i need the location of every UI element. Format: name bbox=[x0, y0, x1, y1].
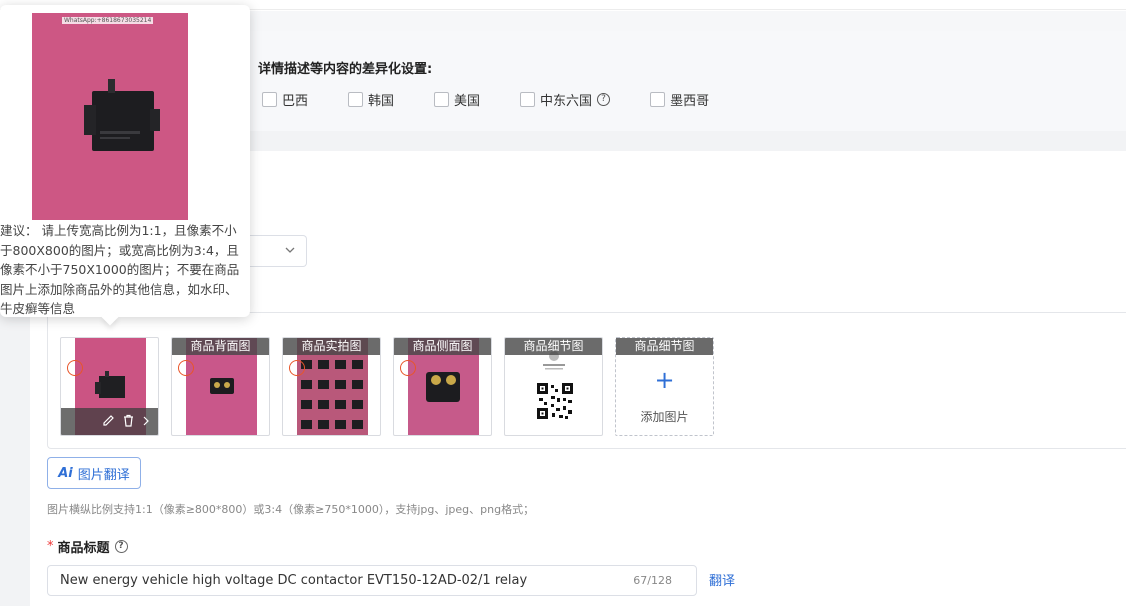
image-thumb-detail[interactable]: 商品细节图 bbox=[504, 337, 603, 436]
ai-icon: Ai bbox=[58, 465, 73, 481]
country-checkbox-usa[interactable]: 美国 bbox=[434, 90, 480, 109]
thumb-actions bbox=[61, 408, 158, 435]
edit-icon[interactable] bbox=[102, 414, 115, 430]
image-preview-popover: WhatsApp:+8618673035214 建议： 请上传宽高比例为1:1，… bbox=[0, 5, 250, 326]
help-icon[interactable]: ? bbox=[114, 540, 128, 553]
chevron-right-icon[interactable] bbox=[142, 415, 150, 429]
image-tag: 商品细节图 bbox=[616, 338, 713, 355]
crop-indicator-icon bbox=[67, 360, 83, 376]
differentiation-title: 详情描述等内容的差异化设置: bbox=[258, 62, 433, 77]
crop-indicator-icon bbox=[289, 360, 305, 376]
product-title-label: * 商品标题 ? bbox=[47, 537, 128, 556]
image-thumb-real[interactable]: 商品实拍图 bbox=[282, 337, 381, 436]
checkbox[interactable] bbox=[650, 92, 666, 107]
country-checkboxes: 巴西 韩国 美国 中东六国? 墨西哥 bbox=[262, 90, 749, 109]
country-label: 美国 bbox=[454, 94, 481, 109]
chevron-down-icon bbox=[284, 244, 296, 259]
checkbox[interactable] bbox=[262, 92, 277, 107]
image-format-hint: 图片横纵比例支持1:1（像素≥800*800）或3:4（像素≥750*1000）… bbox=[47, 503, 535, 516]
checkbox[interactable] bbox=[348, 92, 364, 107]
image-thumb-side[interactable]: 商品侧面图 bbox=[393, 337, 492, 436]
product-title-value[interactable]: New energy vehicle high voltage DC conta… bbox=[60, 573, 527, 588]
country-label: 巴西 bbox=[282, 94, 309, 109]
country-label: 中东六国 bbox=[540, 94, 593, 109]
product-title-text: 商品标题 bbox=[57, 541, 110, 556]
crop-indicator-icon bbox=[400, 360, 416, 376]
watermark-text: WhatsApp:+8618673035214 bbox=[62, 17, 154, 24]
image-tag: 商品背面图 bbox=[172, 338, 269, 355]
image-tag: 商品细节图 bbox=[505, 338, 602, 355]
checkbox[interactable] bbox=[434, 92, 450, 107]
plus-icon: + bbox=[654, 366, 675, 394]
upload-advice: 建议： 请上传宽高比例为1:1，且像素不小于800X800的图片；或宽高比例为3… bbox=[0, 223, 240, 316]
image-tag: 商品实拍图 bbox=[283, 338, 380, 355]
image-translate-button[interactable]: Ai 图片翻译 bbox=[47, 457, 141, 489]
country-checkbox-mexico[interactable]: 墨西哥 bbox=[650, 90, 709, 109]
image-thumb-main[interactable] bbox=[60, 337, 159, 436]
checkbox[interactable] bbox=[520, 92, 536, 107]
crop-indicator-icon bbox=[178, 360, 194, 376]
country-label: 韩国 bbox=[368, 94, 395, 109]
required-mark: * bbox=[47, 539, 54, 554]
char-count: 67/128 bbox=[633, 574, 672, 587]
translate-link[interactable]: 翻译 bbox=[709, 570, 735, 589]
image-tag: 商品侧面图 bbox=[394, 338, 491, 355]
country-checkbox-middle-east[interactable]: 中东六国? bbox=[520, 90, 611, 109]
preview-photo bbox=[32, 13, 188, 220]
product-title-input[interactable]: New energy vehicle high voltage DC conta… bbox=[47, 565, 697, 596]
country-checkbox-korea[interactable]: 韩国 bbox=[348, 90, 394, 109]
help-icon[interactable]: ? bbox=[597, 93, 611, 106]
delete-icon[interactable] bbox=[122, 414, 135, 430]
country-checkbox-brazil[interactable]: 巴西 bbox=[262, 90, 308, 109]
image-translate-label: 图片翻译 bbox=[77, 467, 130, 483]
add-image-button[interactable]: 商品细节图 + 添加图片 bbox=[615, 337, 714, 436]
add-image-label: 添加图片 bbox=[640, 410, 689, 424]
image-thumb-back[interactable]: 商品背面图 bbox=[171, 337, 270, 436]
country-label: 墨西哥 bbox=[670, 94, 710, 109]
